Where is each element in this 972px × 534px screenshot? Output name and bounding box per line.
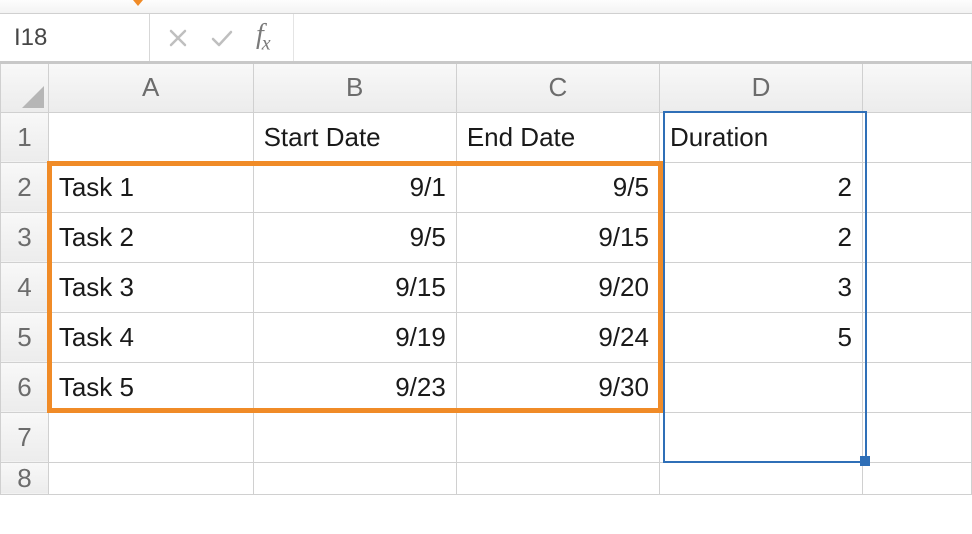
cell-B5[interactable]: 9/19 xyxy=(253,312,456,362)
row-header-3[interactable]: 3 xyxy=(1,212,49,262)
x-icon xyxy=(168,28,188,48)
formula-bar-row: fx xyxy=(0,14,972,64)
cell-E4[interactable] xyxy=(862,262,971,312)
cell-C2[interactable]: 9/5 xyxy=(456,162,659,212)
cell-B3[interactable]: 9/5 xyxy=(253,212,456,262)
cell-E3[interactable] xyxy=(862,212,971,262)
cell-A8[interactable] xyxy=(48,462,253,494)
cell-D3[interactable]: 2 xyxy=(659,212,862,262)
cell-D7[interactable] xyxy=(659,412,862,462)
cell-A1[interactable] xyxy=(48,112,253,162)
cell-D6[interactable] xyxy=(659,362,862,412)
cell-B7[interactable] xyxy=(253,412,456,462)
cell-E6[interactable] xyxy=(862,362,971,412)
cell-E5[interactable] xyxy=(862,312,971,362)
cell-D4[interactable]: 3 xyxy=(659,262,862,312)
cell-C8[interactable] xyxy=(456,462,659,494)
cell-B4[interactable]: 9/15 xyxy=(253,262,456,312)
cell-C6[interactable]: 9/30 xyxy=(456,362,659,412)
col-header-B[interactable]: B xyxy=(253,64,456,112)
cell-C1[interactable]: End Date xyxy=(456,112,659,162)
cell-A7[interactable] xyxy=(48,412,253,462)
row-header-4[interactable]: 4 xyxy=(1,262,49,312)
cancel-button[interactable] xyxy=(168,28,188,48)
ribbon-indicator-icon xyxy=(128,0,148,6)
fx-icon: fx xyxy=(256,19,269,56)
cell-E1[interactable] xyxy=(862,112,971,162)
cell-E8[interactable] xyxy=(862,462,971,494)
row-header-8[interactable]: 8 xyxy=(1,462,49,494)
cell-E7[interactable] xyxy=(862,412,971,462)
ribbon-edge xyxy=(0,0,972,14)
cell-A6[interactable]: Task 5 xyxy=(48,362,253,412)
row-header-2[interactable]: 2 xyxy=(1,162,49,212)
row-header-1[interactable]: 1 xyxy=(1,112,49,162)
cell-C5[interactable]: 9/24 xyxy=(456,312,659,362)
cell-A5[interactable]: Task 4 xyxy=(48,312,253,362)
cell-A3[interactable]: Task 2 xyxy=(48,212,253,262)
spreadsheet-area: A B C D 1 Start Date End Date Duration 2… xyxy=(0,64,972,495)
cell-E2[interactable] xyxy=(862,162,971,212)
formula-bar-buttons: fx xyxy=(150,14,287,61)
cell-D1[interactable]: Duration xyxy=(659,112,862,162)
check-icon xyxy=(210,28,234,48)
cell-B1[interactable]: Start Date xyxy=(253,112,456,162)
row-header-5[interactable]: 5 xyxy=(1,312,49,362)
col-header-A[interactable]: A xyxy=(48,64,253,112)
formula-input[interactable] xyxy=(293,14,972,61)
col-header-C[interactable]: C xyxy=(456,64,659,112)
cell-D2[interactable]: 2 xyxy=(659,162,862,212)
enter-button[interactable] xyxy=(210,28,234,48)
row-header-6[interactable]: 6 xyxy=(1,362,49,412)
cell-D8[interactable] xyxy=(659,462,862,494)
cell-A4[interactable]: Task 3 xyxy=(48,262,253,312)
cell-C7[interactable] xyxy=(456,412,659,462)
cell-B8[interactable] xyxy=(253,462,456,494)
col-header-D[interactable]: D xyxy=(659,64,862,112)
cell-B6[interactable]: 9/23 xyxy=(253,362,456,412)
select-all-corner[interactable] xyxy=(1,64,49,112)
cell-A2[interactable]: Task 1 xyxy=(48,162,253,212)
cell-C3[interactable]: 9/15 xyxy=(456,212,659,262)
name-box-container xyxy=(0,14,150,61)
grid[interactable]: A B C D 1 Start Date End Date Duration 2… xyxy=(0,64,972,495)
row-header-7[interactable]: 7 xyxy=(1,412,49,462)
cell-D5[interactable]: 5 xyxy=(659,312,862,362)
insert-function-button[interactable]: fx xyxy=(256,19,269,56)
col-header-E[interactable] xyxy=(862,64,971,112)
cell-B2[interactable]: 9/1 xyxy=(253,162,456,212)
cell-C4[interactable]: 9/20 xyxy=(456,262,659,312)
